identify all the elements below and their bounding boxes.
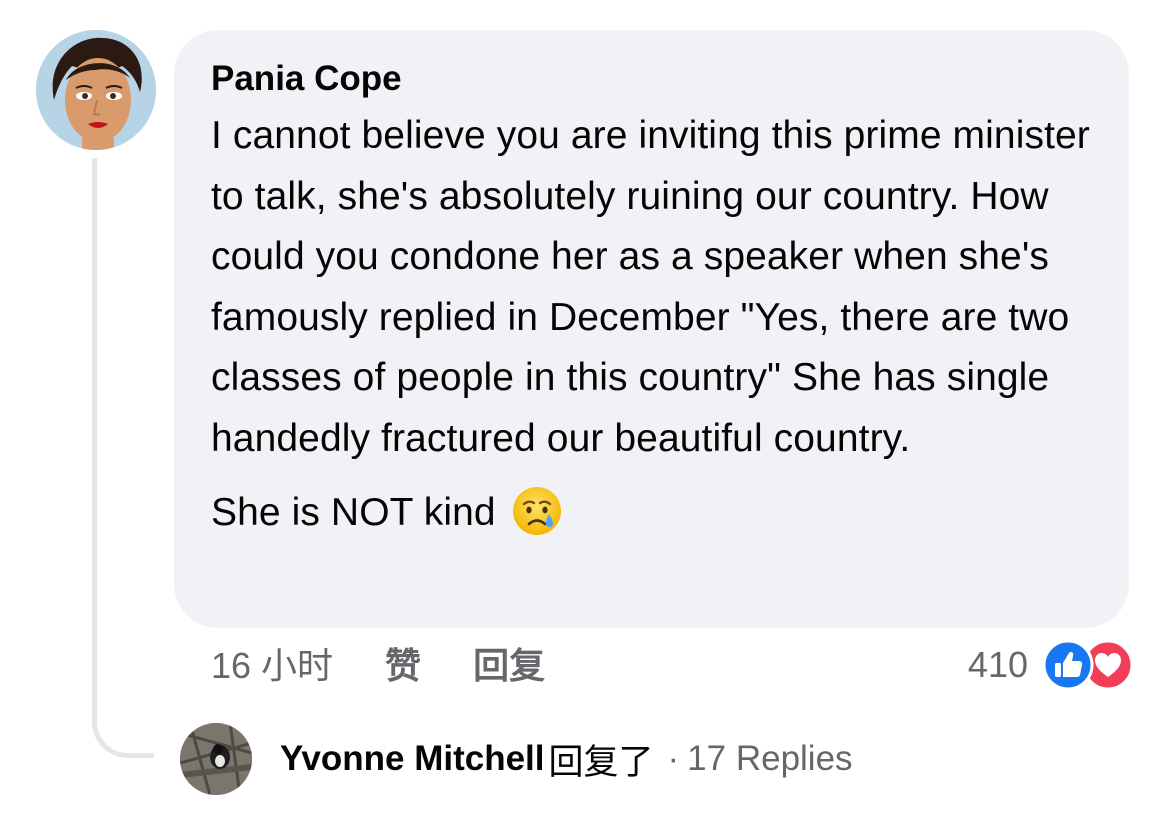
replied-verb: 回复了 (548, 742, 654, 782)
like-button[interactable]: 赞 (385, 637, 421, 689)
comment-closing-line: She is NOT kind (211, 483, 1093, 544)
comment-bubble: Pania Cope I cannot believe you are invi… (174, 30, 1129, 628)
reply-thread-connector (92, 158, 154, 758)
view-replies-link[interactable]: Yvonne Mitchell 回复了 · 17 Replies (180, 722, 853, 796)
separator-dot: · (667, 739, 680, 778)
commenter-avatar[interactable] (36, 30, 156, 150)
comment-body: I cannot believe you are inviting this p… (211, 106, 1093, 544)
comment-paragraph: I cannot believe you are inviting this p… (211, 114, 1090, 460)
reply-button[interactable]: 回复 (473, 637, 545, 689)
replier-name: Yvonne Mitchell (280, 739, 545, 778)
reaction-count: 410 (967, 644, 1028, 685)
reply-count: 17 Replies (687, 739, 853, 778)
comment-closing-text: She is NOT kind (211, 491, 496, 534)
crying-face-emoji-icon (511, 485, 563, 537)
comment-author-name[interactable]: Pania Cope (211, 56, 1093, 102)
like-icon (1042, 639, 1094, 691)
reactions-summary[interactable]: 410 (968, 638, 1134, 692)
comment-actions: 16 小时 赞 回复 (211, 638, 545, 688)
replier-avatar (180, 723, 252, 795)
reaction-icons (1042, 639, 1134, 691)
comment-timestamp[interactable]: 16 小时 (211, 637, 333, 689)
